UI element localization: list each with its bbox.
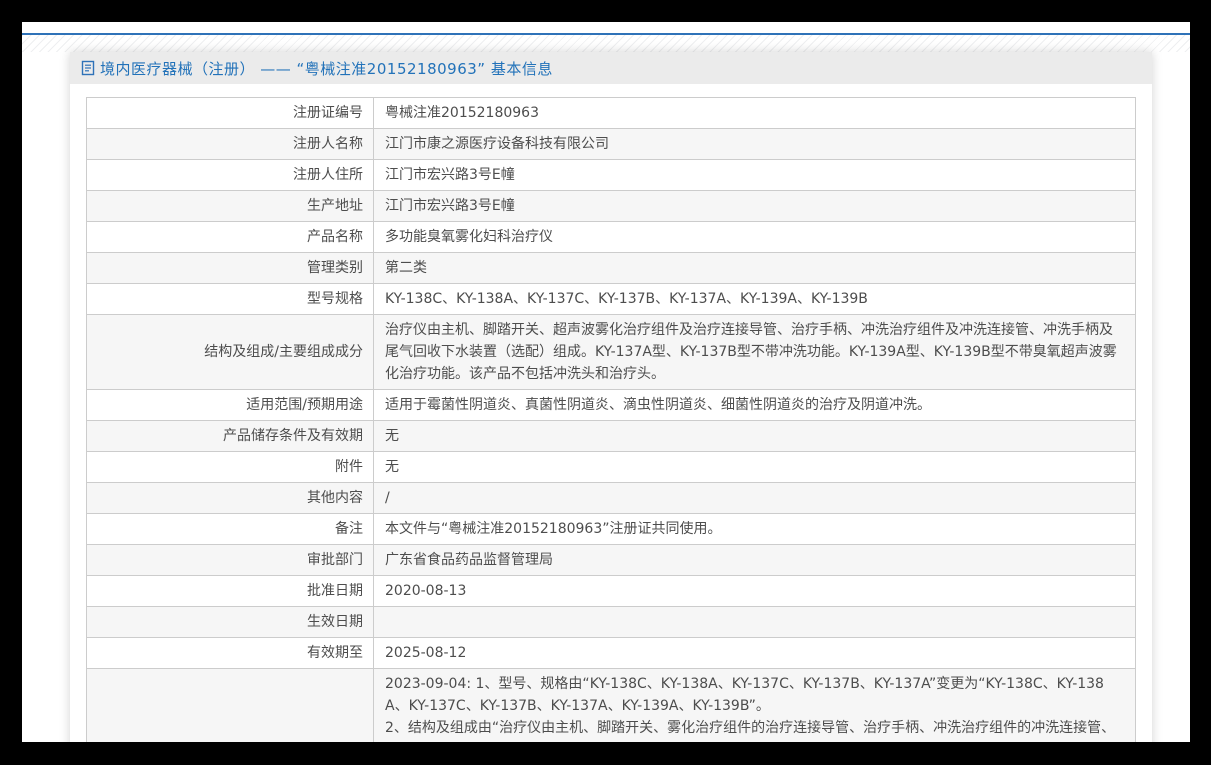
row-value: KY-138C、KY-138A、KY-137C、KY-137B、KY-137A、… — [385, 291, 868, 307]
row-value — [374, 607, 1135, 637]
table-row: 型号规格 KY-138C、KY-138A、KY-137C、KY-137B、KY-1… — [87, 284, 1135, 315]
row-label: 有效期至 — [87, 638, 374, 668]
panel-body: 注册证编号 粤械注准20152180963 注册人名称 江门市康之源医疗设备科技有限公… — [70, 84, 1152, 742]
table-row: 审批部门 广东省食品药品监督管理局 — [87, 545, 1135, 576]
row-value: 无 — [385, 459, 399, 475]
document-icon — [81, 60, 95, 76]
row-label: 批准日期 — [87, 576, 374, 606]
page-title: 境内医疗器械（注册） —— “粤械注准20152180963” 基本信息 — [100, 59, 553, 78]
row-value: 适用于霉菌性阴道炎、真菌性阴道炎、滴虫性阴道炎、细菌性阴道炎的治疗及阴道冲洗。 — [385, 397, 931, 413]
panel-header: 境内医疗器械（注册） —— “粤械注准20152180963” 基本信息 — [70, 52, 1152, 84]
row-label: 管理类别 — [87, 253, 374, 283]
table-row: 适用范围/预期用途 适用于霉菌性阴道炎、真菌性阴道炎、滴虫性阴道炎、细菌性阴道炎的… — [87, 390, 1135, 421]
row-value: 2025-08-12 — [385, 645, 467, 661]
table-row: 注册人名称 江门市康之源医疗设备科技有限公司 — [87, 129, 1135, 160]
table-row: 附件无 — [87, 452, 1135, 483]
row-value: 江门市宏兴路3号E幢 — [385, 198, 515, 214]
table-row: 产品储存条件及有效期无 — [87, 421, 1135, 452]
table-row: 注册人住所 江门市宏兴路3号E幢 — [87, 160, 1135, 191]
hatched-background-band — [22, 35, 1190, 52]
row-value: 2023-09-04: 1、型号、规格由“KY-138C、KY-138A、KY-… — [385, 676, 1116, 736]
row-value: 多功能臭氧雾化妇科治疗仪 — [385, 229, 553, 245]
row-label: 附件 — [87, 452, 374, 482]
row-label: 型号规格 — [87, 284, 374, 314]
table-row: 注册证编号 粤械注准20152180963 — [87, 98, 1135, 129]
row-label: 产品储存条件及有效期 — [87, 421, 374, 451]
row-label: 生效日期 — [87, 607, 374, 637]
row-label: 产品名称 — [87, 222, 374, 252]
table-row: 产品名称 多功能臭氧雾化妇科治疗仪 — [87, 222, 1135, 253]
row-value: 本文件与“粤械注准20152180963”注册证共同使用。 — [385, 521, 722, 537]
table-row: 生产地址 江门市宏兴路3号E幢 — [87, 191, 1135, 222]
row-value: 治疗仪由主机、脚踏开关、超声波雾化治疗组件及治疗连接导管、治疗手柄、冲洗治疗组件… — [385, 322, 1117, 382]
row-value: 第二类 — [385, 260, 427, 276]
table-row: 其他内容 / — [87, 483, 1135, 514]
row-label: 注册人住所 — [87, 160, 374, 190]
table-row: 有效期至 2025-08-12 — [87, 638, 1135, 669]
table-row: 结构及组成/主要组成成分 治疗仪由主机、脚踏开关、超声波雾化治疗组件及治疗连接导管… — [87, 315, 1135, 390]
row-label: 其他内容 — [87, 483, 374, 513]
row-value: 粤械注准20152180963 — [385, 105, 539, 121]
top-white-strip — [22, 22, 1190, 33]
row-label: 注册证编号 — [87, 98, 374, 128]
page-viewport: 境内医疗器械（注册） —— “粤械注准20152180963” 基本信息 注册证… — [22, 22, 1190, 742]
row-label: 适用范围/预期用途 — [87, 390, 374, 420]
row-value: 江门市康之源医疗设备科技有限公司 — [385, 136, 609, 152]
row-value: 江门市宏兴路3号E幢 — [385, 167, 515, 183]
row-value: 2020-08-13 — [385, 583, 467, 599]
row-label: 审批部门 — [87, 545, 374, 575]
table-row: 批准日期 2020-08-13 — [87, 576, 1135, 607]
row-label: 结构及组成/主要组成成分 — [87, 315, 374, 389]
table-row: 备注 本文件与“粤械注准20152180963”注册证共同使用。 — [87, 514, 1135, 545]
row-label: 生产地址 — [87, 191, 374, 221]
table-row: 生效日期 — [87, 607, 1135, 638]
row-label: 注册人名称 — [87, 129, 374, 159]
table-row: 管理类别 第二类 — [87, 253, 1135, 284]
row-value: 无 — [385, 428, 399, 444]
registration-table: 注册证编号 粤械注准20152180963 注册人名称 江门市康之源医疗设备科技有限公… — [86, 97, 1136, 742]
row-value: / — [385, 490, 390, 506]
row-label — [87, 669, 374, 742]
row-label: 备注 — [87, 514, 374, 544]
row-value: 广东省食品药品监督管理局 — [385, 552, 553, 568]
table-row: 2023-09-04: 1、型号、规格由“KY-138C、KY-138A、KY-… — [87, 669, 1135, 742]
content-panel: 境内医疗器械（注册） —— “粤械注准20152180963” 基本信息 注册证… — [70, 52, 1152, 742]
